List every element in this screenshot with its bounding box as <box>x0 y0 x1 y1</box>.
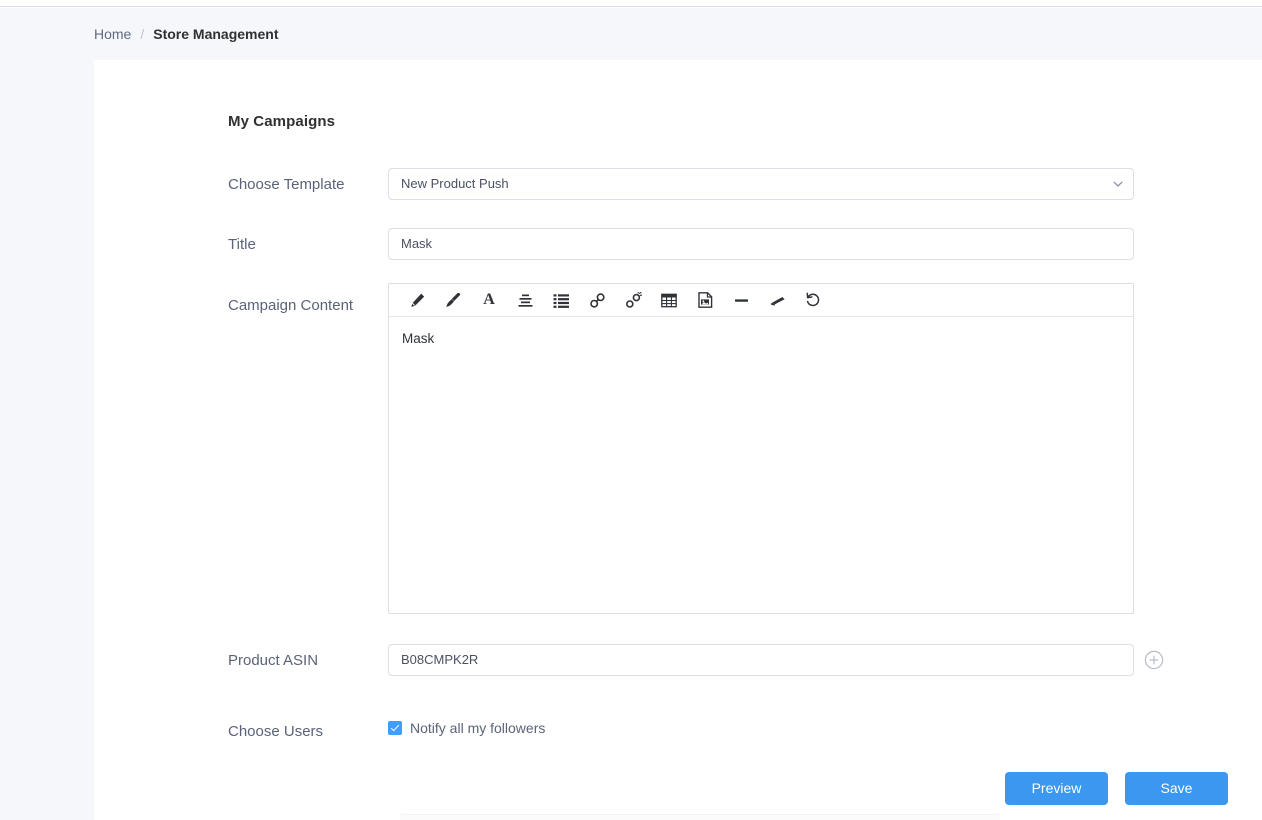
top-navigation-bar <box>0 0 1262 7</box>
label-choose-template: Choose Template <box>228 176 345 193</box>
asin-input-wrapper: B08CMPK2R <box>388 644 1164 676</box>
paintbrush-icon[interactable] <box>435 284 471 316</box>
notify-followers-label: Notify all my followers <box>410 720 546 736</box>
form-row-template: Choose Template New Product Push <box>228 168 1248 202</box>
notify-followers-wrapper: Notify all my followers <box>388 721 545 735</box>
unlink-icon[interactable] <box>615 284 651 316</box>
link-icon[interactable] <box>579 284 615 316</box>
font-color-letter: A <box>483 291 495 308</box>
main-content-region: Home / Store Management My Campaigns Cho… <box>94 8 1262 820</box>
form-row-title: Title Mask <box>228 228 1248 262</box>
rich-text-editor: A Mask <box>388 283 1134 614</box>
app-root: Home / Store Management My Campaigns Cho… <box>0 0 1262 820</box>
image-icon[interactable] <box>687 284 723 316</box>
pencil-icon[interactable] <box>399 284 435 316</box>
checkbox-checked-icon[interactable] <box>388 721 402 735</box>
notify-followers-checkbox[interactable]: Notify all my followers <box>388 721 545 735</box>
content-card: My Campaigns Choose Template New Product… <box>94 60 1262 820</box>
breadcrumb: Home / Store Management <box>94 27 279 41</box>
editor-toolbar: A <box>389 284 1133 317</box>
campaign-content-editor-wrapper: A Mask <box>388 283 1134 614</box>
label-product-asin: Product ASIN <box>228 652 319 669</box>
table-icon[interactable] <box>651 284 687 316</box>
font-color-icon[interactable]: A <box>471 284 507 316</box>
horizontal-rule-icon[interactable] <box>723 284 759 316</box>
breadcrumb-item-store-management: Store Management <box>153 26 279 42</box>
product-asin-input[interactable]: B08CMPK2R <box>388 644 1134 676</box>
undo-icon[interactable] <box>795 284 831 316</box>
page-title: My Campaigns <box>228 113 336 130</box>
left-sidebar-rail <box>0 8 94 820</box>
breadcrumb-item-home[interactable]: Home <box>94 27 131 41</box>
breadcrumb-bar: Home / Store Management <box>94 8 1262 60</box>
preview-button[interactable]: Preview <box>1005 772 1108 805</box>
form-row-product-asin: Product ASIN B08CMPK2R <box>228 644 1248 678</box>
align-center-icon[interactable] <box>507 284 543 316</box>
breadcrumb-separator: / <box>140 26 145 42</box>
title-input-wrapper: Mask <box>388 228 1134 260</box>
unordered-list-icon[interactable] <box>543 284 579 316</box>
label-choose-users: Choose Users <box>228 723 324 740</box>
title-input[interactable]: Mask <box>388 228 1134 260</box>
form-row-choose-users: Choose Users Notify all my followers <box>228 718 1248 744</box>
form-actions: Preview Save <box>228 772 1228 805</box>
plus-circle-icon[interactable] <box>1144 650 1164 670</box>
label-campaign-content: Campaign Content <box>228 297 354 314</box>
eraser-icon[interactable] <box>759 284 795 316</box>
save-button[interactable]: Save <box>1125 772 1228 805</box>
bottom-panel-edge <box>400 814 1000 820</box>
label-title: Title <box>228 236 256 253</box>
template-select-wrapper: New Product Push <box>388 168 1134 200</box>
template-select[interactable]: New Product Push <box>388 168 1134 200</box>
campaign-content-body[interactable]: Mask <box>389 317 1133 613</box>
